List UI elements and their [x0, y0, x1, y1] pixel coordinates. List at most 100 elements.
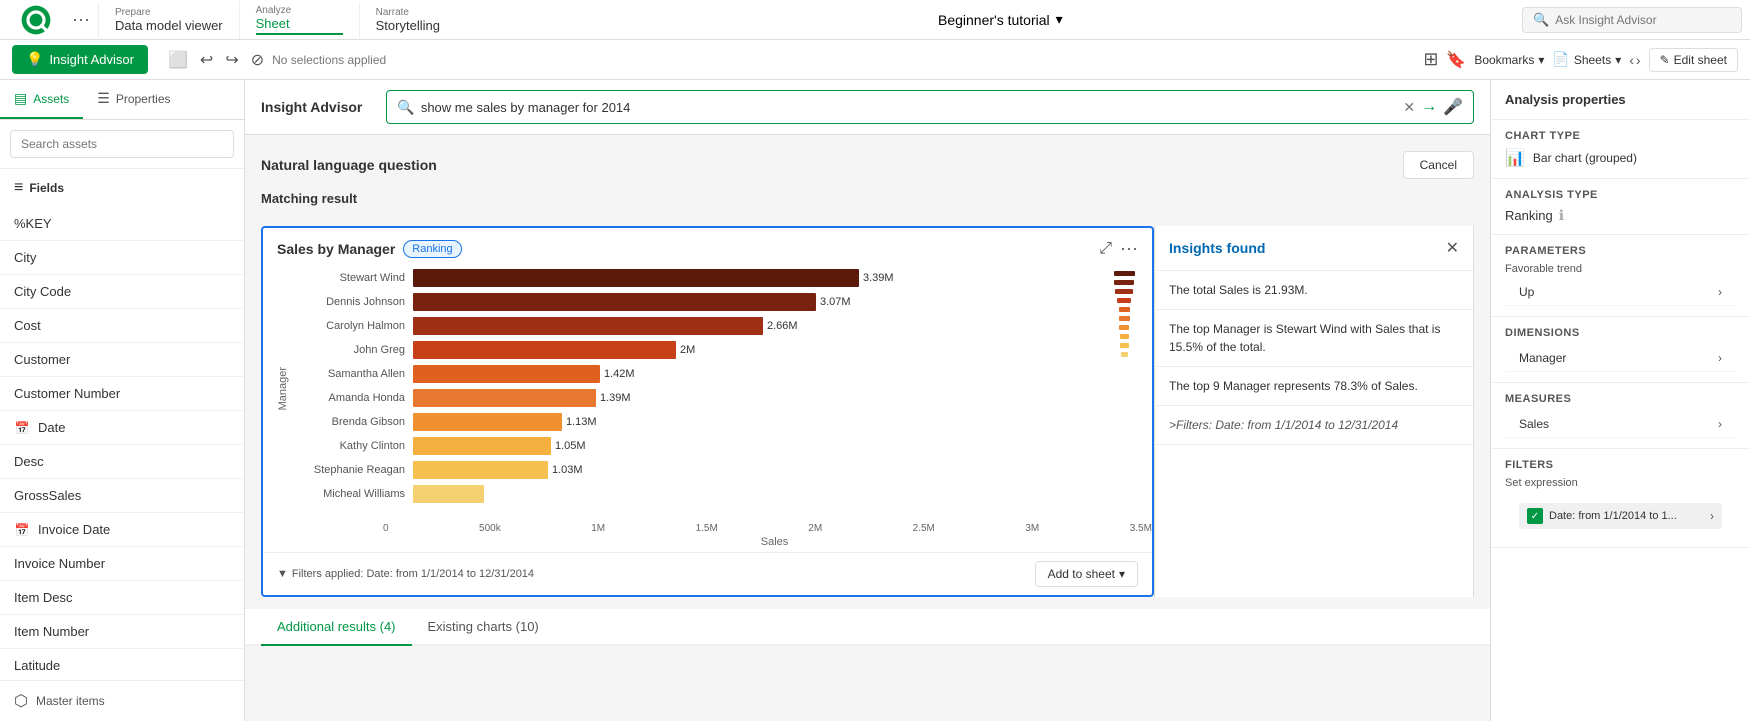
insights-filter-text: >Filters: Date: from 1/1/2014 to 12/31/2…	[1155, 406, 1473, 445]
insights-close-button[interactable]: ✕	[1446, 238, 1459, 258]
insight-advisor-icon: 💡	[26, 51, 43, 68]
nav-next-button[interactable]: ›	[1636, 52, 1641, 68]
search-icon: 🔍	[1533, 12, 1549, 28]
expand-button[interactable]: ⤢	[1099, 240, 1112, 258]
mini-bar	[1119, 307, 1130, 312]
right-panel: Analysis properties Chart type 📊 Bar cha…	[1490, 80, 1750, 721]
filter-badge[interactable]: ✓ Date: from 1/1/2014 to 1... ›	[1519, 503, 1722, 529]
search-mic-button[interactable]: 🎤	[1443, 97, 1463, 117]
bookmark-icon: 🔖	[1446, 50, 1466, 70]
bar-row: Carolyn Halmon 2.66M	[293, 317, 1106, 335]
field-item[interactable]: 📅Date	[0, 411, 244, 445]
left-panel: ▤ Assets ☰ Properties ≡ Fields %KEYCityC…	[0, 80, 245, 721]
dimension-row[interactable]: Manager ›	[1505, 345, 1736, 372]
dimensions-label: Dimensions	[1505, 327, 1736, 339]
app-title-button[interactable]: Beginner's tutorial ▾	[938, 11, 1063, 28]
matching-result-label: Matching result	[261, 191, 1474, 206]
field-item[interactable]: Invoice Number	[0, 547, 244, 581]
favorable-trend-label: Favorable trend	[1505, 263, 1736, 275]
chart-card: Sales by Manager Ranking ⤢ ··· Manager S…	[261, 226, 1154, 597]
nav-narrate[interactable]: Narrate Storytelling	[359, 3, 479, 37]
calendar-icon: 📅	[14, 421, 30, 435]
search-input-container: 🔍 ✕ → 🎤	[386, 90, 1474, 124]
tab-properties[interactable]: ☰ Properties	[83, 80, 184, 119]
field-item[interactable]: Cost	[0, 309, 244, 343]
nav-analyze[interactable]: Analyze Sheet	[239, 1, 359, 39]
redo-button[interactable]: ↪	[221, 46, 242, 74]
analysis-type-section: Analysis type Ranking ℹ	[1491, 179, 1750, 235]
chart-title: Sales by Manager	[277, 241, 395, 257]
bar-row: John Greg 2M	[293, 341, 1106, 359]
nav-prev-button[interactable]: ‹	[1629, 52, 1634, 68]
measure-value: Sales	[1519, 417, 1549, 431]
field-item[interactable]: 📅Invoice Date	[0, 513, 244, 547]
search-submit-button[interactable]: →	[1421, 98, 1437, 116]
chart-area: Stewart Wind 3.39M Dennis Johnson 3.07M …	[293, 269, 1106, 509]
x-axis-tick: 0	[383, 523, 389, 534]
fields-list: %KEYCityCity CodeCostCustomerCustomer Nu…	[0, 207, 244, 680]
undo-button[interactable]: ↩	[196, 46, 217, 74]
filter-chevron-icon: ›	[1710, 509, 1714, 523]
filter-checkbox: ✓	[1527, 508, 1543, 524]
field-item[interactable]: %KEY	[0, 207, 244, 241]
add-to-sheet-button[interactable]: Add to sheet ▾	[1035, 561, 1138, 587]
ask-insight-bar[interactable]: 🔍	[1522, 7, 1742, 33]
mini-bar	[1119, 325, 1129, 330]
clear-selections-button[interactable]: ⊘	[247, 46, 268, 74]
insight-search-input[interactable]	[421, 100, 1398, 115]
insight-advisor-button[interactable]: 💡 Insight Advisor	[12, 45, 148, 74]
app-menu-button[interactable]: ···	[64, 9, 98, 30]
info-icon[interactable]: ℹ	[1559, 207, 1564, 224]
mini-bar	[1115, 289, 1133, 294]
chart-footer: ▼ Filters applied: Date: from 1/1/2014 t…	[263, 552, 1152, 595]
bookmarks-button[interactable]: Bookmarks ▾	[1474, 53, 1544, 67]
field-item[interactable]: Customer Number	[0, 377, 244, 411]
field-item[interactable]: City Code	[0, 275, 244, 309]
content-area: Natural language question Cancel Matchin…	[245, 135, 1490, 721]
mini-bar	[1120, 334, 1129, 339]
field-item[interactable]: Latitude	[0, 649, 244, 680]
field-item[interactable]: Customer	[0, 343, 244, 377]
dimensions-section: Dimensions Manager ›	[1491, 317, 1750, 383]
measure-row[interactable]: Sales ›	[1505, 411, 1736, 438]
field-item[interactable]: Item Desc	[0, 581, 244, 615]
x-axis-label: Sales	[263, 536, 1152, 548]
master-items-section[interactable]: ⬡ Master items	[0, 680, 244, 721]
master-items-icon: ⬡	[14, 691, 28, 711]
sheets-button[interactable]: 📄 Sheets ▾	[1552, 51, 1621, 68]
calendar-icon: 📅	[14, 523, 30, 537]
assets-icon: ▤	[14, 90, 27, 107]
favorable-trend-row[interactable]: Up ›	[1505, 279, 1736, 306]
sheet-icon: 📄	[1552, 51, 1569, 68]
cancel-button[interactable]: Cancel	[1403, 151, 1474, 179]
tab-assets[interactable]: ▤ Assets	[0, 80, 83, 119]
field-item[interactable]: Desc	[0, 445, 244, 479]
field-item[interactable]: City	[0, 241, 244, 275]
chart-card-header: Sales by Manager Ranking ⤢ ···	[263, 228, 1152, 265]
selection-tool-lasso[interactable]: ⬜	[164, 46, 192, 74]
field-item[interactable]: GrossSales	[0, 479, 244, 513]
bar-row: Stewart Wind 3.39M	[293, 269, 1106, 287]
tab-additional-results[interactable]: Additional results (4)	[261, 609, 412, 646]
mini-bar	[1121, 352, 1128, 357]
second-navigation: 💡 Insight Advisor ⬜ ↩ ↪ ⊘ No selections …	[0, 40, 1750, 80]
nav-prepare[interactable]: Prepare Data model viewer	[98, 3, 239, 37]
search-clear-button[interactable]: ✕	[1403, 99, 1415, 116]
edit-sheet-button[interactable]: ✎ Edit sheet	[1649, 48, 1738, 72]
x-axis-tick: 1.5M	[696, 523, 718, 534]
bottom-tabs: Additional results (4) Existing charts (…	[245, 609, 1490, 646]
bar-row: Stephanie Reagan 1.03M	[293, 461, 1106, 479]
x-axis: 0500k1M1.5M2M2.5M3M3.5M	[263, 523, 1152, 534]
bar-segment	[413, 317, 763, 335]
x-axis-tick: 3.5M	[1130, 523, 1152, 534]
more-options-button[interactable]: ···	[1120, 238, 1138, 259]
filter-info: ▼ Filters applied: Date: from 1/1/2014 t…	[277, 568, 534, 580]
measures-section: Measures Sales ›	[1491, 383, 1750, 449]
search-assets-input[interactable]	[10, 130, 234, 158]
tab-existing-charts[interactable]: Existing charts (10)	[412, 609, 555, 646]
field-item[interactable]: Item Number	[0, 615, 244, 649]
ask-insight-input[interactable]	[1555, 13, 1731, 27]
properties-icon: ☰	[97, 90, 110, 107]
edit-icon: ✎	[1660, 53, 1670, 67]
mini-bar	[1119, 316, 1130, 321]
